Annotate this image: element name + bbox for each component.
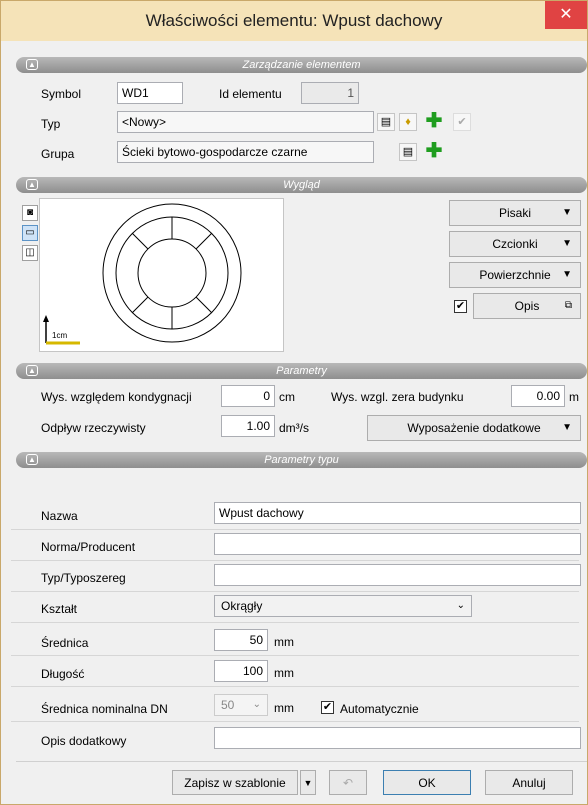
divider <box>11 529 579 530</box>
dialog-title: Właściwości elementu: Wpust dachowy <box>145 11 443 30</box>
fonts-label: Czcionki <box>492 237 538 251</box>
equipment-button[interactable]: Wyposażenie dodatkowe ▼ <box>367 415 581 441</box>
group-field[interactable]: Ścieki bytowo-gospodarcze czarne <box>117 141 374 163</box>
group-label: Grupa <box>41 147 75 161</box>
symbol-input[interactable]: WD1 <box>117 82 183 104</box>
diameter-unit: mm <box>274 635 294 649</box>
extra-input[interactable] <box>214 727 581 749</box>
chevron-down-icon: ▼ <box>562 422 572 433</box>
add-type-icon[interactable]: ✚ <box>425 111 443 131</box>
description-checkbox[interactable]: ✔ <box>454 300 467 313</box>
length-input[interactable]: 100 <box>214 660 268 682</box>
length-unit: mm <box>274 666 294 680</box>
section-header-type-params[interactable]: ▲ Parametry typu <box>16 452 587 468</box>
check-icon[interactable]: ✔ <box>453 113 471 131</box>
height-label: Wys. względem kondygnacji <box>41 390 192 404</box>
divider <box>11 655 579 656</box>
dn-select[interactable]: 50 ⌄ <box>214 694 268 716</box>
divider <box>11 622 579 623</box>
collapse-icon[interactable]: ▲ <box>26 179 38 190</box>
popout-icon: ⧉ <box>564 300 572 311</box>
id-label: Id elementu <box>219 87 282 101</box>
title-bar: Właściwości elementu: Wpust dachowy ✕ <box>1 1 587 41</box>
cancel-button[interactable]: Anuluj <box>485 770 573 795</box>
divider <box>11 721 579 722</box>
section-title: Wygląd <box>283 179 320 191</box>
section-title: Zarządzanie elementem <box>242 59 361 71</box>
height-unit: cm <box>279 390 295 404</box>
name-input[interactable]: Wpust dachowy <box>214 502 581 524</box>
symbol-label: Symbol <box>41 87 82 101</box>
chevron-down-icon: ⌄ <box>456 600 465 611</box>
zero-height-unit: m <box>569 390 579 404</box>
chevron-down-icon: ▼ <box>562 238 572 249</box>
flow-input[interactable]: 1.00 <box>221 415 275 437</box>
element-preview: 1cm <box>39 198 284 352</box>
shape-value: Okrągły <box>221 599 263 613</box>
properties-dialog: Właściwości elementu: Wpust dachowy ✕ ▲ … <box>0 0 588 805</box>
fonts-button[interactable]: Czcionki ▼ <box>449 231 581 257</box>
pens-button[interactable]: Pisaki ▼ <box>449 200 581 226</box>
drain-symbol <box>43 203 242 345</box>
divider <box>11 591 579 592</box>
chevron-down-icon: ⌄ <box>252 699 261 710</box>
diameter-input[interactable]: 50 <box>214 629 268 651</box>
3d-view-icon[interactable]: ◫ <box>22 245 38 261</box>
divider <box>11 686 579 687</box>
id-field: 1 <box>301 82 359 104</box>
series-label: Typ/Typoszereg <box>41 571 126 585</box>
collapse-icon[interactable]: ▲ <box>26 59 38 70</box>
section-header-management[interactable]: ▲ Zarządzanie elementem <box>16 57 587 73</box>
extra-label: Opis dodatkowy <box>41 734 127 748</box>
type-label: Typ <box>41 117 61 131</box>
section-header-appearance[interactable]: ▲ Wygląd <box>16 177 587 193</box>
shape-label: Kształt <box>41 602 78 616</box>
flow-label: Odpływ rzeczywisty <box>41 421 146 435</box>
chevron-down-icon: ▼ <box>562 207 572 218</box>
auto-checkbox[interactable]: ✔ <box>321 701 334 714</box>
collapse-icon[interactable]: ▲ <box>26 454 38 465</box>
zero-height-input[interactable]: 0.00 <box>511 385 565 407</box>
ok-button[interactable]: OK <box>383 770 471 795</box>
diameter-label: Średnica <box>41 636 89 650</box>
series-input[interactable] <box>214 564 581 586</box>
height-input[interactable]: 0 <box>221 385 275 407</box>
pens-label: Pisaki <box>498 206 531 220</box>
edit-group-icon[interactable]: ▤ <box>399 143 417 161</box>
type-field[interactable]: <Nowy> <box>117 111 374 133</box>
collapse-icon[interactable]: ▲ <box>26 365 38 376</box>
norm-label: Norma/Producent <box>41 540 136 554</box>
dn-unit: mm <box>274 701 294 715</box>
surfaces-button[interactable]: Powierzchnie ▼ <box>449 262 581 288</box>
section-header-params[interactable]: ▲ Parametry <box>16 363 587 379</box>
dn-label: Średnica nominalna DN <box>41 702 168 716</box>
divider <box>11 560 579 561</box>
section-title: Parametry typu <box>264 454 339 466</box>
zero-height-label: Wys. wzgl. zera budynku <box>331 390 464 404</box>
close-button[interactable]: ✕ <box>545 1 587 29</box>
auto-label: Automatycznie <box>340 702 419 716</box>
2d-view-icon[interactable]: ▭ <box>22 225 38 241</box>
scale-label: 1cm <box>52 331 68 340</box>
length-label: Długość <box>41 667 85 681</box>
shape-select[interactable]: Okrągły ⌄ <box>214 595 472 617</box>
add-group-icon[interactable]: ✚ <box>425 141 443 161</box>
save-template-dropdown[interactable]: ▼ <box>300 770 316 795</box>
description-label: Opis <box>514 299 540 313</box>
undo-icon[interactable]: ↶ <box>329 770 367 795</box>
equipment-label: Wyposażenie dodatkowe <box>407 421 541 435</box>
surfaces-label: Powierzchnie <box>479 268 551 282</box>
dn-value: 50 <box>221 698 235 712</box>
save-template-button[interactable]: Zapisz w szablonie <box>172 770 298 795</box>
norm-input[interactable] <box>214 533 581 555</box>
bulb-icon[interactable]: ♦ <box>399 113 417 131</box>
name-label: Nazwa <box>41 509 78 523</box>
edit-type-icon[interactable]: ▤ <box>377 113 395 131</box>
camera-icon[interactable]: ◙ <box>22 205 38 221</box>
footer-divider <box>16 761 587 762</box>
chevron-down-icon: ▼ <box>562 269 572 280</box>
description-button[interactable]: Opis ⧉ <box>473 293 581 319</box>
flow-unit: dm³/s <box>279 421 309 435</box>
section-title: Parametry <box>276 365 327 377</box>
